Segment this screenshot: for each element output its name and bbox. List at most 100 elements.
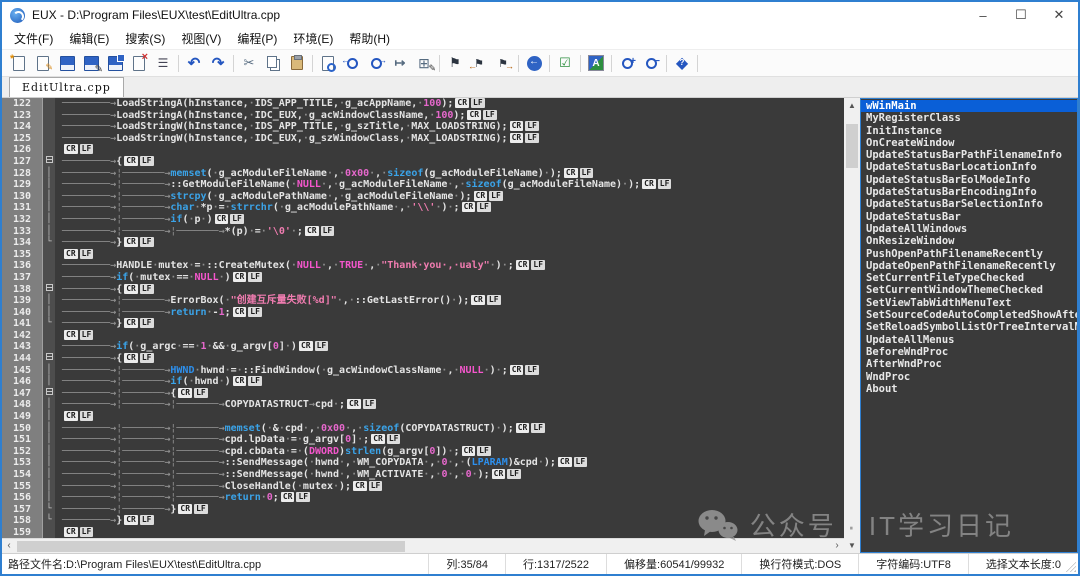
code-line[interactable]: 155│────────→¦───────→¦───────→CloseHand… — [2, 481, 844, 493]
symbol-item[interactable]: InitInstance — [861, 125, 1077, 137]
copy-button[interactable] — [261, 53, 285, 74]
symbol-item[interactable]: BeforeWndProc — [861, 346, 1077, 358]
code-line[interactable]: 138────────→{CRLF — [2, 284, 844, 296]
syntax-highlight-button[interactable] — [584, 53, 608, 74]
symbol-item[interactable]: UpdateStatusBarEncodingInfo — [861, 186, 1077, 198]
scroll-up-arrow-icon[interactable]: ▲ — [844, 101, 860, 110]
code-line[interactable]: 150│────────→¦───────→¦───────→memset(·&… — [2, 423, 844, 435]
code-line[interactable]: 125────────→LoadStringW(hInstance,·IDC_E… — [2, 133, 844, 145]
code-line[interactable]: 143────────→if(·g_argc·==·1·&&·g_argv[0]… — [2, 341, 844, 353]
menu-item-search[interactable]: 搜索(S) — [117, 30, 173, 47]
find-next-button[interactable] — [364, 53, 388, 74]
symbol-item[interactable]: SetViewTabWidthMenuText — [861, 297, 1077, 309]
code-line[interactable]: 158└────────→}CRLF — [2, 515, 844, 527]
save-all-button[interactable] — [103, 53, 127, 74]
symbol-item[interactable]: SetReloadSymbolListOrTreeIntervalMe — [861, 321, 1077, 333]
save-as-button[interactable] — [79, 53, 103, 74]
vertical-scroll-thumb[interactable] — [846, 124, 858, 168]
scroll-right-arrow-icon[interactable]: › — [830, 540, 844, 551]
new-file-button[interactable] — [7, 53, 31, 74]
maximize-button[interactable]: ☐ — [1002, 2, 1040, 28]
find-prev-button[interactable] — [340, 53, 364, 74]
fold-marker[interactable] — [42, 284, 55, 296]
fold-collapse-icon[interactable] — [46, 156, 53, 163]
fold-marker[interactable] — [42, 388, 55, 400]
symbol-item[interactable]: wWinMain — [861, 100, 1077, 112]
code-line[interactable]: 141└────────→}CRLF — [2, 318, 844, 330]
code-line[interactable]: 144────────→{CRLF — [2, 353, 844, 365]
undo-button[interactable] — [182, 53, 206, 74]
menu-item-file[interactable]: 文件(F) — [6, 30, 61, 47]
code-line[interactable]: 152│────────→¦───────→¦───────→cpd.cbDat… — [2, 446, 844, 458]
symbol-item[interactable]: UpdateOpenPathFilenameRecently — [861, 260, 1077, 272]
tab-editultra-cpp[interactable]: EditUltra.cpp — [9, 77, 124, 97]
symbol-item[interactable]: UpdateAllWindows — [861, 223, 1077, 235]
cut-button[interactable] — [237, 53, 261, 74]
vertical-scrollbar[interactable]: ▲ ▼ — [844, 98, 860, 553]
go-back-button[interactable] — [522, 53, 546, 74]
symbol-item[interactable]: UpdateStatusBarPathFilenameInfo — [861, 149, 1077, 161]
code-line[interactable]: 159CRLF — [2, 527, 844, 538]
close-file-button[interactable] — [127, 53, 151, 74]
find-button[interactable] — [316, 53, 340, 74]
horizontal-scrollbar[interactable]: ‹ › — [2, 538, 844, 553]
symbol-item[interactable]: SetCurrentWindowThemeChecked — [861, 284, 1077, 296]
open-template-button[interactable] — [31, 53, 55, 74]
code-line[interactable]: 156│────────→¦───────→¦───────→return·0;… — [2, 492, 844, 504]
close-button[interactable]: ✕ — [1040, 2, 1078, 28]
replace-button[interactable] — [412, 53, 436, 74]
code-line[interactable]: 137────────→if(·mutex·==·NULL·)CRLF — [2, 272, 844, 284]
code-line[interactable]: 128│────────→¦───────→memset(·g_acModule… — [2, 168, 844, 180]
menu-item-program[interactable]: 编程(P) — [229, 30, 285, 47]
scroll-down-arrow-icon[interactable]: ▼ — [844, 541, 860, 550]
symbol-item[interactable]: UpdateStatusBarEolModeInfo — [861, 174, 1077, 186]
fold-collapse-icon[interactable] — [46, 284, 53, 291]
code-line[interactable]: 134└────────→}CRLF — [2, 237, 844, 249]
code-line[interactable]: 136────────→HANDLE·mutex·=·::CreateMutex… — [2, 260, 844, 272]
fold-marker[interactable] — [42, 353, 55, 365]
fold-collapse-icon[interactable] — [46, 353, 53, 360]
minimize-button[interactable]: – — [964, 2, 1002, 28]
symbol-item[interactable]: UpdateStatusBar — [861, 211, 1077, 223]
file-list-button[interactable] — [151, 53, 175, 74]
save-button[interactable] — [55, 53, 79, 74]
symbol-item[interactable]: About — [861, 383, 1077, 395]
symbol-item[interactable]: PushOpenPathFilenameRecently — [861, 248, 1077, 260]
symbol-item[interactable]: MyRegisterClass — [861, 112, 1077, 124]
code-line[interactable]: 126CRLF — [2, 144, 844, 156]
menu-item-help[interactable]: 帮助(H) — [341, 30, 398, 47]
menu-item-view[interactable]: 视图(V) — [173, 30, 229, 47]
code-line[interactable]: 124────────→LoadStringW(hInstance,·IDS_A… — [2, 121, 844, 133]
code-line[interactable]: 153│────────→¦───────→¦───────→::SendMes… — [2, 457, 844, 469]
symbol-item[interactable]: SetSourceCodeAutoCompletedShowAfter — [861, 309, 1077, 321]
code-line[interactable]: 139│────────→¦───────→ErrorBox(·"创建互斥量失败… — [2, 295, 844, 307]
code-line[interactable]: 133│────────→¦───────→¦───────→*(p)·=·'\… — [2, 226, 844, 238]
code-line[interactable]: 123────────→LoadStringA(hInstance,·IDC_E… — [2, 110, 844, 122]
code-line[interactable]: 140│────────→¦───────→return·-1;CRLF — [2, 307, 844, 319]
symbol-item[interactable]: WndProc — [861, 371, 1077, 383]
horizontal-scroll-thumb[interactable] — [17, 541, 405, 552]
about-button[interactable] — [670, 53, 694, 74]
code-line[interactable]: 146│────────→¦───────→if(·hwnd·)CRLF — [2, 376, 844, 388]
fold-marker[interactable] — [42, 156, 55, 168]
code-line[interactable]: 151│────────→¦───────→¦───────→cpd.lpDat… — [2, 434, 844, 446]
symbol-item[interactable]: UpdateStatusBarSelectionInfo — [861, 198, 1077, 210]
fold-collapse-icon[interactable] — [46, 388, 53, 395]
menu-item-environment[interactable]: 环境(E) — [285, 30, 341, 47]
code-line[interactable]: 145│────────→¦───────→HWND·hwnd·=·::Find… — [2, 365, 844, 377]
symbol-item[interactable]: OnCreateWindow — [861, 137, 1077, 149]
symbol-item[interactable]: SetCurrentFileTypeChecked — [861, 272, 1077, 284]
next-bookmark-button[interactable] — [491, 53, 515, 74]
code-line[interactable]: 135CRLF — [2, 249, 844, 261]
code-editor[interactable]: 122────────→LoadStringA(hInstance,·IDS_A… — [2, 98, 844, 538]
code-line[interactable]: 131│────────→¦───────→char·*p·=·strrchr(… — [2, 202, 844, 214]
code-line[interactable]: 127────────→{CRLF — [2, 156, 844, 168]
code-line[interactable]: 157└────────→¦───────→}CRLF — [2, 504, 844, 516]
paste-button[interactable] — [285, 53, 309, 74]
prev-bookmark-button[interactable] — [467, 53, 491, 74]
zoom-out-button[interactable] — [639, 53, 663, 74]
code-line[interactable]: 132│────────→¦───────→if(·p·)CRLF — [2, 214, 844, 226]
todo-list-button[interactable] — [553, 53, 577, 74]
code-line[interactable]: 130│────────→¦───────→strcpy(·g_acModule… — [2, 191, 844, 203]
symbol-item[interactable]: UpdateStatusBarLocationInfo — [861, 161, 1077, 173]
